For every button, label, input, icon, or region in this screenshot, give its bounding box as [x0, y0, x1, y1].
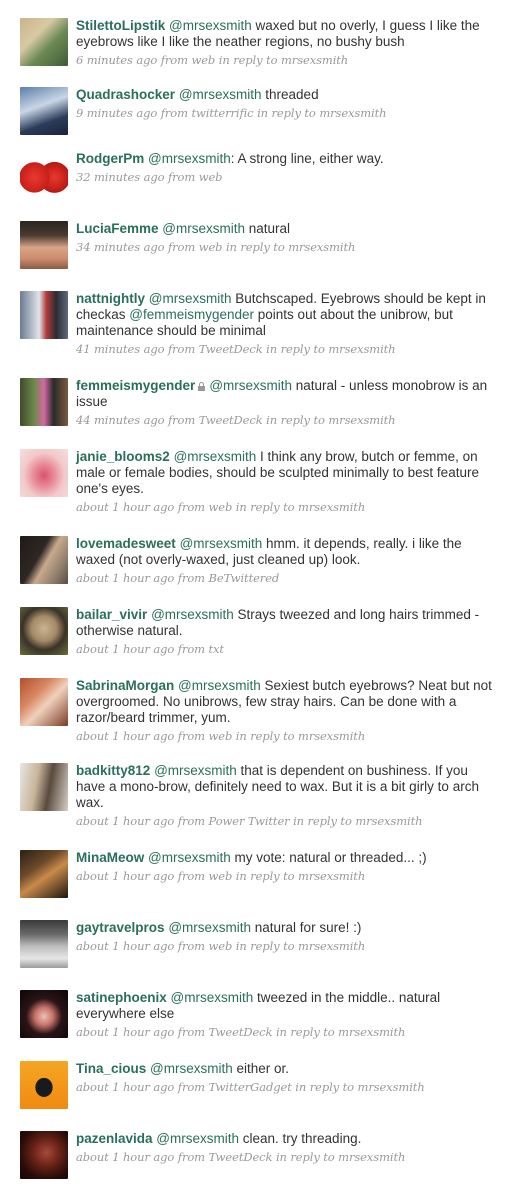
tweet-meta: 34 minutes ago from web in reply to mrse… [76, 240, 356, 254]
username-link[interactable]: femmeismygender [76, 378, 195, 393]
username-link[interactable]: satinephoenix [76, 990, 167, 1005]
username-link[interactable]: RodgerPm [76, 151, 144, 166]
tweet-text: Tina_cious @mrsexsmith either or. [76, 1061, 500, 1077]
mention-link[interactable]: @mrsexsmith [168, 920, 251, 935]
username-link[interactable]: MinaMeow [76, 850, 144, 865]
mention-link[interactable]: @mrsexsmith [148, 151, 231, 166]
avatar[interactable] [20, 18, 68, 66]
mention-link[interactable]: @mrsexsmith [179, 87, 262, 102]
tweet-text: nattnightly @mrsexsmith Butchscaped. Eye… [76, 291, 500, 339]
username-link[interactable]: nattnightly [76, 291, 145, 306]
username-link[interactable]: StilettoLipstik [76, 18, 165, 33]
mention-link[interactable]: @mrsexsmith [151, 607, 234, 622]
tweet-text: SabrinaMorgan @mrsexsmith Sexiest butch … [76, 678, 500, 726]
tweet-text: janie_blooms2 @mrsexsmith I think any br… [76, 449, 500, 497]
mention-link[interactable]: @mrsexsmith [149, 291, 232, 306]
tweet-text: Quadrashocker @mrsexsmith threaded [76, 87, 500, 103]
avatar[interactable] [20, 850, 68, 898]
tweet-text: MinaMeow @mrsexsmith my vote: natural or… [76, 850, 500, 866]
avatar[interactable] [20, 291, 68, 339]
tweet-meta: 44 minutes ago from TweetDeck in reply t… [76, 413, 396, 427]
tweet-meta: about 1 hour ago from BeTwittered [76, 571, 280, 585]
lock-icon [198, 382, 206, 391]
tweet-body: : A strong line, either way. [230, 151, 384, 166]
username-link[interactable]: lovemadesweet [76, 536, 176, 551]
tweet-meta: about 1 hour ago from txt [76, 642, 224, 656]
avatar[interactable] [20, 449, 68, 497]
mention-link[interactable]: @mrsexsmith [169, 18, 252, 33]
mention-link[interactable]: @mrsexsmith [178, 678, 261, 693]
tweet-body: either or. [232, 1061, 290, 1076]
avatar[interactable] [20, 990, 68, 1038]
mention-link[interactable]: @mrsexsmith [150, 1061, 233, 1076]
username-link[interactable]: bailar_vivir [76, 607, 147, 622]
mention-link[interactable]: @mrsexsmith [180, 536, 263, 551]
username-link[interactable]: gaytravelpros [76, 920, 165, 935]
avatar[interactable] [20, 151, 68, 199]
mention-link[interactable]: @mrsexsmith [162, 221, 245, 236]
tweet-body: threaded [261, 87, 319, 102]
avatar[interactable] [20, 536, 68, 584]
tweet-meta: 32 minutes ago from web [76, 170, 223, 184]
avatar[interactable] [20, 87, 68, 135]
tweet-meta: about 1 hour ago from web in reply to mr… [76, 729, 366, 743]
tweet-body: natural [245, 221, 291, 236]
avatar[interactable] [20, 607, 68, 655]
tweet-text: LuciaFemme @mrsexsmith natural [76, 221, 500, 237]
mention-link[interactable]: @femmeismygender [129, 307, 254, 322]
avatar[interactable] [20, 378, 68, 426]
tweet-meta: about 1 hour ago from web in reply to mr… [76, 869, 366, 883]
mention-link[interactable]: @mrsexsmith [174, 449, 257, 464]
tweet-meta: about 1 hour ago from web in reply to mr… [76, 500, 366, 514]
tweet-meta: about 1 hour ago from TweetDeck in reply… [76, 1025, 406, 1039]
avatar[interactable] [20, 1131, 68, 1179]
avatar[interactable] [20, 678, 68, 726]
avatar[interactable] [20, 920, 68, 968]
tweet-text: gaytravelpros @mrsexsmith natural for su… [76, 920, 500, 936]
tweet-meta: about 1 hour ago from TwitterGadget in r… [76, 1080, 425, 1094]
username-link[interactable]: LuciaFemme [76, 221, 159, 236]
tweet-text: RodgerPm @mrsexsmith: A strong line, eit… [76, 151, 500, 167]
tweet-meta: about 1 hour ago from Power Twitter in r… [76, 814, 423, 828]
tweet-body: clean. try threading. [239, 1131, 362, 1146]
tweet-text: satinephoenix @mrsexsmith tweezed in the… [76, 990, 500, 1022]
tweet-text: femmeismygender @mrsexsmith natural - unl… [76, 378, 500, 410]
username-link[interactable]: SabrinaMorgan [76, 678, 174, 693]
avatar[interactable] [20, 221, 68, 269]
tweet-meta: about 1 hour ago from TweetDeck in reply… [76, 1150, 406, 1164]
avatar[interactable] [20, 1061, 68, 1109]
mention-link[interactable]: @mrsexsmith [148, 850, 231, 865]
username-link[interactable]: badkitty812 [76, 763, 150, 778]
mention-link[interactable]: @mrsexsmith [209, 378, 292, 393]
tweet-text: lovemadesweet @mrsexsmith hmm. it depend… [76, 536, 500, 568]
mention-link[interactable]: @mrsexsmith [156, 1131, 239, 1146]
mention-link[interactable]: @mrsexsmith [171, 990, 254, 1005]
username-link[interactable]: Tina_cious [76, 1061, 146, 1076]
tweet-meta: 41 minutes ago from TweetDeck in reply t… [76, 342, 396, 356]
tweet-text: bailar_vivir @mrsexsmith Strays tweezed … [76, 607, 500, 639]
avatar[interactable] [20, 763, 68, 811]
username-link[interactable]: janie_blooms2 [76, 449, 170, 464]
username-link[interactable]: pazenlavida [76, 1131, 153, 1146]
tweet-meta: about 1 hour ago from web in reply to mr… [76, 939, 366, 953]
tweet-meta: 9 minutes ago from twitterrific in reply… [76, 106, 387, 120]
tweet-text: pazenlavida @mrsexsmith clean. try threa… [76, 1131, 500, 1147]
mention-link[interactable]: @mrsexsmith [154, 763, 237, 778]
tweet-text: StilettoLipstik @mrsexsmith waxed but no… [76, 18, 500, 50]
username-link[interactable]: Quadrashocker [76, 87, 175, 102]
tweet-body: my vote: natural or threaded... ;) [230, 850, 427, 865]
tweet-text: badkitty812 @mrsexsmith that is dependen… [76, 763, 500, 811]
tweet-body: natural for sure! :) [251, 920, 362, 935]
tweet-meta: 6 minutes ago from web in reply to mrsex… [76, 53, 349, 67]
